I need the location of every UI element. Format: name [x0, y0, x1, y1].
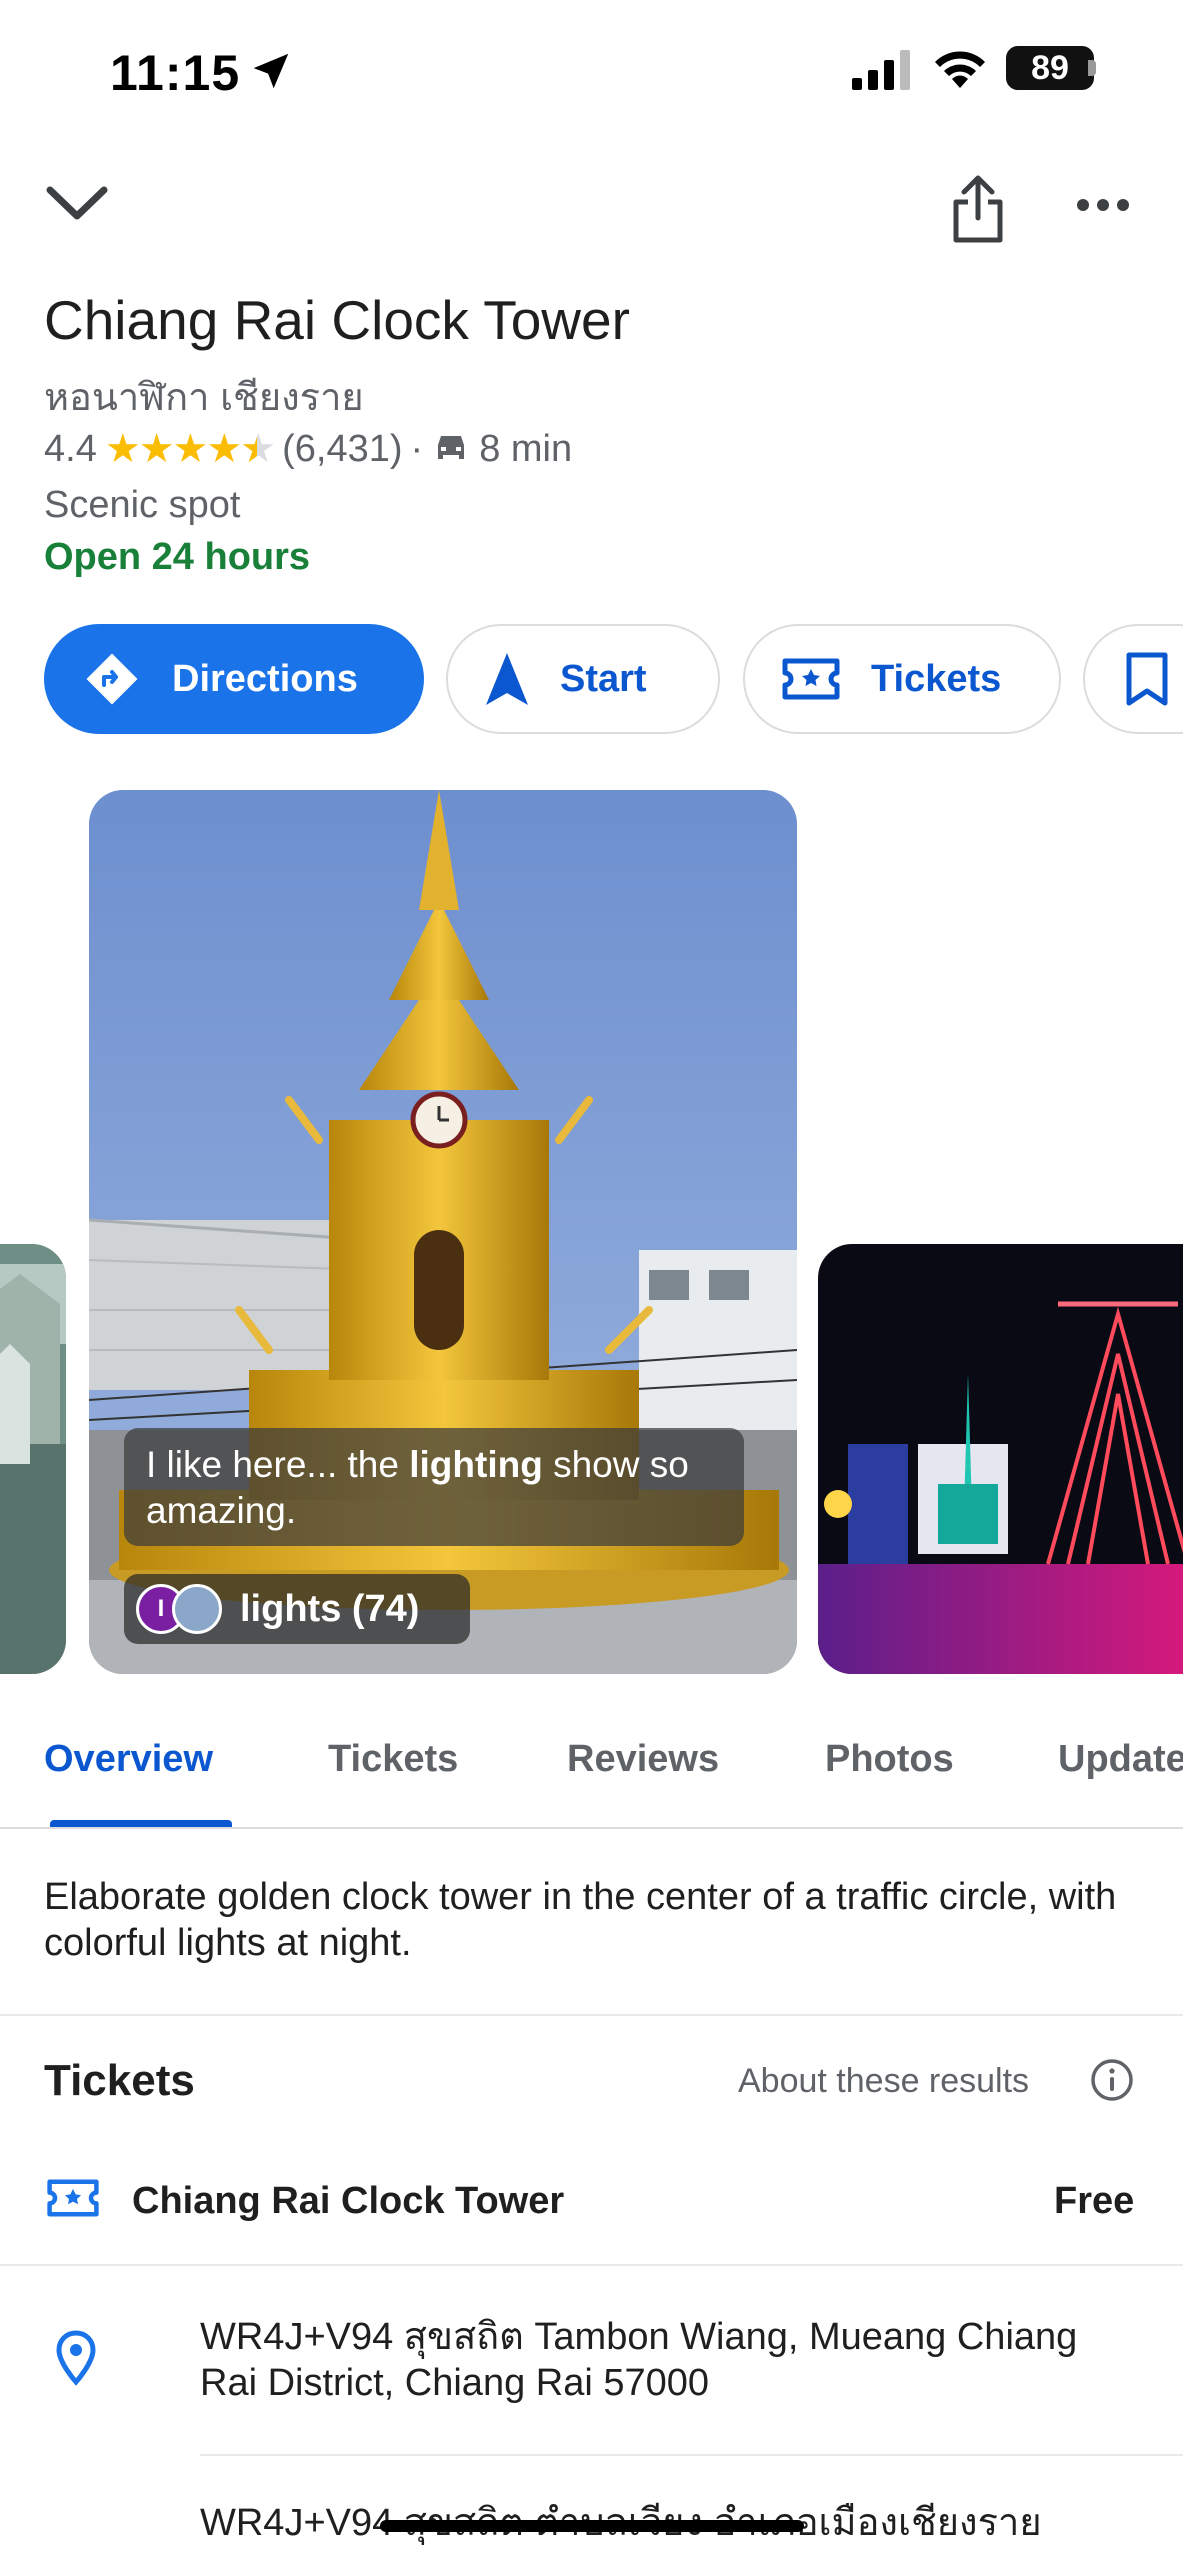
place-description: Elaborate golden clock tower in the cent…: [44, 1876, 1117, 1964]
status-time: 11:15: [110, 45, 241, 101]
tab-updates[interactable]: Updates: [1058, 1738, 1183, 1781]
review-text-highlight: lighting: [409, 1444, 543, 1485]
info-icon[interactable]: [1090, 2058, 1134, 2102]
place-local-name: หอนาฬิกา เชียงราย: [44, 377, 364, 419]
rating-row[interactable]: 4.4 ★★★★★★ (6,431) · 8 min: [44, 426, 572, 472]
rating-value: 4.4: [44, 427, 97, 470]
battery-tip: [1088, 60, 1096, 76]
photo-review-snippet: I like here... the lighting show so amaz…: [124, 1428, 744, 1546]
directions-icon: [82, 649, 142, 709]
start-label: Start: [560, 657, 647, 700]
ticket-item-name[interactable]: Chiang Rai Clock Tower: [132, 2180, 564, 2223]
tickets-label: Tickets: [871, 657, 1002, 700]
save-button[interactable]: [1083, 624, 1183, 734]
avatar-photo: [172, 1584, 222, 1634]
photo-topic-label: lights (74): [240, 1587, 420, 1630]
tab-overview[interactable]: Overview: [44, 1738, 213, 1781]
place-category: Scenic spot: [44, 484, 241, 526]
about-results-link[interactable]: About these results: [738, 2062, 1029, 2101]
ticket-item-price: Free: [1054, 2180, 1135, 2222]
cellular-signal-icon: [852, 50, 910, 90]
directions-button[interactable]: Directions: [44, 624, 424, 734]
chevron-down-icon[interactable]: [42, 180, 112, 230]
location-pin-icon: [56, 2330, 96, 2386]
tickets-button[interactable]: Tickets: [743, 624, 1061, 734]
address-divider: [200, 2454, 1183, 2456]
start-button[interactable]: Start: [446, 624, 720, 734]
wifi-icon: [935, 51, 985, 88]
place-title: Chiang Rai Clock Tower: [44, 289, 630, 351]
tab-tickets[interactable]: Tickets: [328, 1738, 458, 1781]
drive-time: 8 min: [479, 427, 573, 470]
directions-label: Directions: [172, 657, 358, 700]
share-icon[interactable]: [948, 172, 1008, 246]
ticket-icon: [47, 2179, 99, 2217]
rating-stars: ★★★★★★: [104, 427, 276, 471]
photo-topic-chip[interactable]: I lights (74): [124, 1574, 470, 1644]
home-indicator[interactable]: [380, 2520, 804, 2532]
location-arrow-icon: [253, 53, 289, 89]
ticket-icon: [781, 657, 841, 701]
section-divider: [0, 2264, 1183, 2266]
photo-thumbnail-night-lights[interactable]: [818, 1244, 1183, 1674]
tab-photos[interactable]: Photos: [825, 1738, 954, 1781]
photo-thumbnail-left[interactable]: [0, 1244, 66, 1674]
tab-reviews[interactable]: Reviews: [567, 1738, 719, 1781]
tabs-divider: [0, 1827, 1183, 1829]
tickets-section-heading: Tickets: [44, 2056, 195, 2105]
car-icon: [438, 436, 465, 459]
reviews-count: (6,431): [282, 427, 403, 470]
review-text-start: I like here... the: [146, 1444, 410, 1485]
separator-dot: ·: [410, 427, 424, 470]
more-options-icon[interactable]: [1075, 195, 1131, 215]
open-hours: Open 24 hours: [44, 536, 311, 578]
address-line[interactable]: WR4J+V94 สุขสถิต Tambon Wiang, Mueang Ch…: [200, 2314, 1100, 2406]
bookmark-icon: [1125, 651, 1169, 707]
section-divider: [0, 2014, 1183, 2016]
navigation-arrow-icon: [484, 651, 530, 707]
battery-indicator: 89: [1006, 46, 1094, 90]
